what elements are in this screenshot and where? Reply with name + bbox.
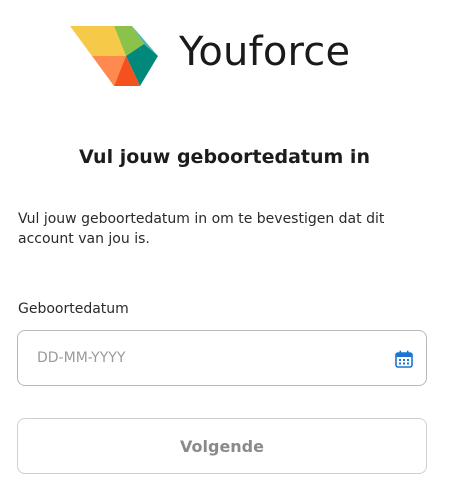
calendar-icon[interactable] — [394, 349, 414, 369]
birthdate-field[interactable] — [17, 330, 427, 386]
page-title: Vul jouw geboortedatum in — [79, 146, 370, 168]
brand-name: Youforce — [179, 29, 351, 75]
birthdate-label: Geboortedatum — [18, 301, 129, 317]
youforce-logo-icon — [70, 26, 158, 86]
birthdate-input[interactable] — [37, 331, 377, 385]
page-description: Vul jouw geboortedatum in om te bevestig… — [18, 211, 385, 247]
next-button[interactable]: Volgende — [17, 418, 427, 474]
youforce-logo: Youforce — [70, 22, 380, 88]
